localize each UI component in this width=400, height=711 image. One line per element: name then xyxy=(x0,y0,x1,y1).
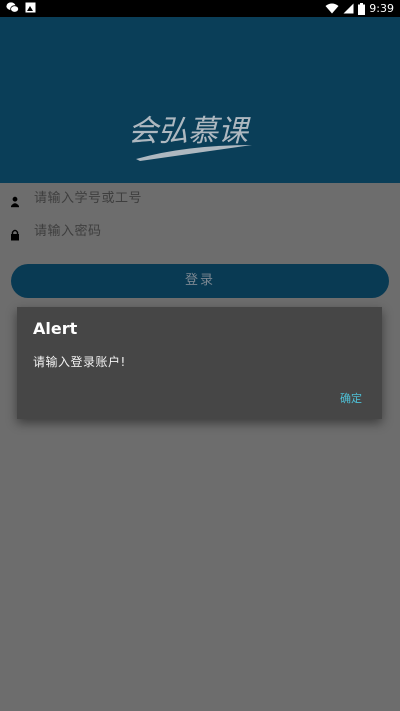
alert-dialog: Alert 请输入登录账户! 确定 xyxy=(17,307,382,419)
app-screen: 9:39 会弘慕课 请输入学号或工号 请输入密码 登录 Alert 请输入登录账… xyxy=(0,0,400,711)
image-icon xyxy=(25,2,36,13)
header-banner: 会弘慕课 xyxy=(0,17,400,183)
lock-icon xyxy=(10,226,20,241)
password-row: 请输入密码 xyxy=(0,216,400,248)
dialog-title: Alert xyxy=(33,319,78,338)
wifi-icon xyxy=(325,3,339,14)
signal-icon xyxy=(343,3,354,14)
dialog-message: 请输入登录账户! xyxy=(33,355,126,369)
username-row: 请输入学号或工号 xyxy=(0,183,400,215)
status-bar: 9:39 xyxy=(0,0,400,17)
user-icon xyxy=(10,193,20,208)
status-time: 9:39 xyxy=(369,2,394,15)
app-logo: 会弘慕课 xyxy=(126,95,258,175)
username-input[interactable]: 请输入学号或工号 xyxy=(34,183,374,215)
password-input[interactable]: 请输入密码 xyxy=(34,216,374,248)
login-button[interactable]: 登录 xyxy=(11,264,389,298)
dialog-ok-button[interactable]: 确定 xyxy=(338,388,364,408)
logo-text: 会弘慕课 xyxy=(128,114,251,149)
wechat-icon xyxy=(6,2,19,13)
battery-icon xyxy=(358,2,366,15)
